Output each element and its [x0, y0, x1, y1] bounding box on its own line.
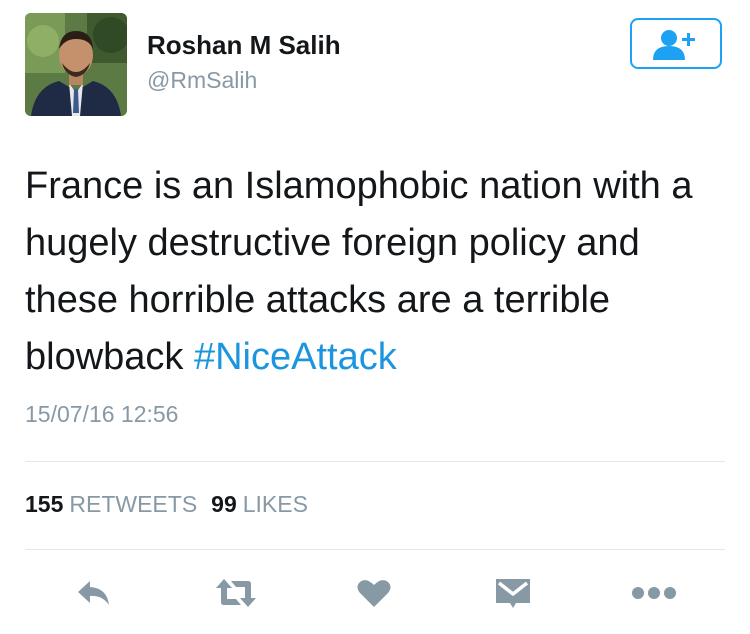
display-name[interactable]: Roshan M Salih — [147, 30, 341, 61]
more-button[interactable] — [628, 570, 680, 616]
user-handle[interactable]: @RmSalih — [147, 67, 257, 94]
retweets-count: 155 — [25, 491, 64, 517]
hashtag-link[interactable]: #NiceAttack — [194, 336, 397, 378]
tweet-stats: 155 RETWEETS 99 LIKES — [25, 491, 308, 518]
avatar-photo — [25, 13, 127, 116]
message-button[interactable] — [487, 570, 539, 616]
divider — [25, 549, 725, 550]
follow-person-plus-icon — [653, 29, 695, 60]
more-dots-icon — [632, 587, 676, 599]
reply-button[interactable] — [68, 570, 120, 616]
tweet-timestamp[interactable]: 15/07/16 12:56 — [25, 401, 178, 428]
follow-button[interactable] — [630, 18, 722, 69]
retweets-label: RETWEETS — [69, 491, 198, 517]
avatar[interactable] — [25, 13, 127, 116]
likes-stat[interactable]: 99 LIKES — [211, 491, 308, 517]
tweet-text: France is an Islamophobic nation with a … — [25, 158, 730, 386]
divider — [25, 461, 725, 462]
likes-count: 99 — [211, 491, 237, 517]
retweet-icon — [216, 579, 256, 607]
heart-icon — [357, 580, 391, 607]
envelope-icon — [496, 579, 530, 608]
likes-label: LIKES — [242, 491, 308, 517]
retweets-stat[interactable]: 155 RETWEETS — [25, 491, 197, 517]
reply-arrow-icon — [78, 581, 109, 605]
like-button[interactable] — [348, 570, 400, 616]
retweet-button[interactable] — [210, 570, 262, 616]
